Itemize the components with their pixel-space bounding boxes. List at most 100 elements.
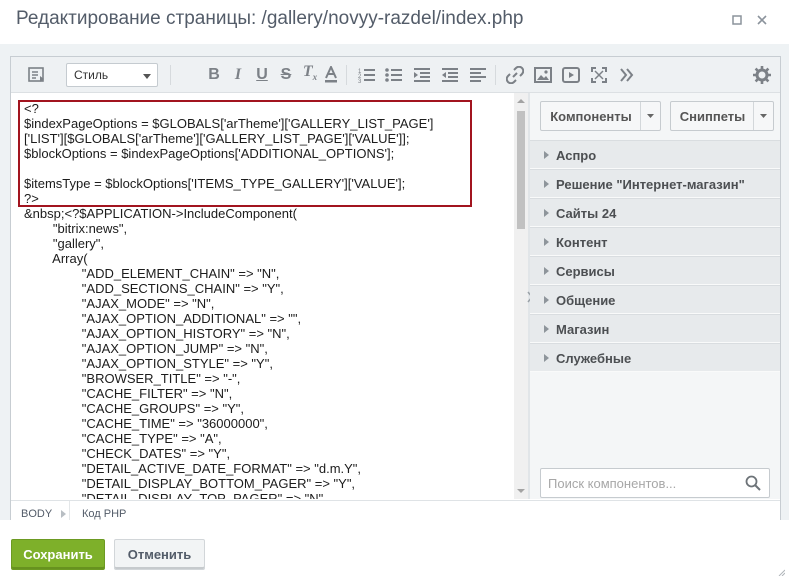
component-group-label: Решение "Интернет-магазин"	[556, 177, 745, 192]
close-icon	[757, 15, 767, 25]
chevron-right-icon	[544, 209, 549, 217]
underline-button[interactable]: U	[252, 65, 272, 85]
settings-button[interactable]	[752, 65, 772, 85]
code-line: ?>	[24, 191, 39, 206]
ordered-list-button[interactable]: 1 2 3	[357, 65, 377, 85]
code-line: "CACHE_TIME" => "36000000",	[24, 416, 268, 431]
chevron-down-icon	[760, 114, 767, 118]
resize-handle-icon[interactable]	[777, 568, 785, 576]
link-icon	[506, 66, 524, 84]
window-title: Редактирование страницы: /gallery/novyy-…	[16, 8, 524, 29]
bold-button[interactable]: B	[204, 65, 224, 85]
code-line: &nbsp;<?$APPLICATION->IncludeComponent(	[24, 206, 297, 221]
component-group[interactable]: Аспро	[530, 140, 780, 169]
code-line: "AJAX_OPTION_ADDITIONAL" => "",	[24, 311, 302, 326]
video-icon	[562, 67, 580, 83]
gear-icon	[753, 66, 771, 84]
breadcrumb-body[interactable]: BODY	[21, 508, 52, 520]
more-button[interactable]	[617, 65, 637, 85]
outdent-button[interactable]	[440, 65, 460, 85]
code-line: "gallery",	[24, 236, 105, 251]
component-group-label: Контент	[556, 235, 608, 250]
component-group-label: Сервисы	[556, 264, 615, 279]
code-line: "DETAIL_DISPLAY_TOP_PAGER" => "N",	[24, 491, 327, 499]
snippets-dropdown[interactable]	[753, 102, 773, 130]
chevron-right-icon	[544, 180, 549, 188]
code-editor[interactable]: <? $indexPageOptions = $GLOBALS['arTheme'…	[11, 93, 514, 499]
chevron-down-icon	[143, 74, 151, 79]
link-button[interactable]	[505, 65, 525, 85]
code-line: "AJAX_OPTION_STYLE" => "Y",	[24, 356, 273, 371]
code-line: Array(	[24, 251, 88, 266]
search-input[interactable]	[541, 469, 741, 497]
components-button[interactable]: Компоненты	[540, 101, 661, 131]
strikethrough-button[interactable]: S	[276, 65, 296, 85]
font-color-button[interactable]	[321, 65, 341, 85]
image-button[interactable]	[533, 65, 553, 85]
code-line: "bitrix:news",	[24, 221, 128, 236]
save-button[interactable]: Сохранить	[11, 539, 105, 570]
font-color-icon	[325, 66, 337, 83]
scroll-up-icon[interactable]	[517, 97, 525, 105]
style-select-value: Стиль	[74, 68, 109, 82]
strikethrough-icon: S	[280, 66, 292, 83]
code-line: "CACHE_GROUPS" => "Y",	[24, 401, 245, 416]
maximize-button[interactable]	[727, 10, 747, 30]
indent-icon	[414, 68, 430, 82]
chevron-right-icon	[544, 296, 549, 304]
fullscreen-icon	[591, 67, 607, 83]
code-line: "DETAIL_DISPLAY_BOTTOM_PAGER" => "Y",	[24, 476, 356, 491]
fullscreen-button[interactable]	[589, 65, 609, 85]
snippets-button-label: Сниппеты	[679, 109, 746, 124]
snippets-button[interactable]: Сниппеты	[670, 101, 774, 131]
chevron-right-icon	[544, 151, 549, 159]
toolbar-separator	[170, 65, 171, 85]
code-line: "CACHE_TYPE" => "A",	[24, 431, 222, 446]
scroll-down-icon[interactable]	[517, 487, 525, 495]
style-select[interactable]: Стиль	[66, 63, 158, 87]
image-icon	[534, 67, 552, 83]
component-group[interactable]: Сайты 24	[530, 198, 780, 227]
svg-text:3: 3	[358, 79, 362, 83]
italic-button[interactable]: I	[228, 65, 248, 85]
code-line: $blockOptions = $indexPageOptions['ADDIT…	[24, 146, 395, 161]
source-mode-button[interactable]	[27, 65, 47, 85]
unordered-list-icon	[385, 68, 402, 82]
component-group[interactable]: Служебные	[530, 343, 780, 372]
search-icon[interactable]	[745, 475, 761, 491]
outdent-icon	[442, 68, 458, 82]
component-group-label: Служебные	[556, 351, 632, 366]
source-mode-icon	[28, 67, 44, 82]
chevron-right-icon	[61, 510, 66, 518]
component-group[interactable]: Магазин	[530, 314, 780, 343]
code-line: "ADD_SECTIONS_CHAIN" => "Y",	[24, 281, 284, 296]
code-scrollbar[interactable]	[514, 93, 528, 499]
italic-icon: I	[234, 66, 242, 83]
component-group[interactable]: Контент	[530, 227, 780, 256]
component-group[interactable]: Общение	[530, 285, 780, 314]
component-group[interactable]: Сервисы	[530, 256, 780, 285]
toolbar-separator	[346, 65, 347, 85]
components-dropdown[interactable]	[640, 102, 660, 130]
dialog-footer: Сохранить Отменить	[0, 520, 789, 580]
align-button[interactable]	[468, 65, 488, 85]
scroll-thumb[interactable]	[517, 111, 525, 229]
code-line: "CACHE_FILTER" => "N",	[24, 386, 233, 401]
component-group-label: Сайты 24	[556, 206, 617, 221]
toolbar-separator	[495, 65, 496, 85]
remove-format-icon: Tx	[302, 63, 318, 83]
close-button[interactable]	[752, 10, 772, 30]
remove-format-button[interactable]: Tx	[300, 63, 320, 85]
cancel-button[interactable]: Отменить	[114, 539, 205, 570]
components-panel: Компоненты Сниппеты Аспро Решение "Интерн…	[530, 93, 780, 499]
unordered-list-button[interactable]	[384, 65, 404, 85]
code-line: "AJAX_OPTION_HISTORY" => "N",	[24, 326, 290, 341]
indent-button[interactable]	[412, 65, 432, 85]
chevron-right-icon	[544, 325, 549, 333]
component-group[interactable]: Решение "Интернет-магазин"	[530, 169, 780, 198]
dialog-content: Стиль B I U S Tx 1 2 3 <? $indexPageOpti…	[0, 44, 789, 527]
breadcrumb-php-code[interactable]: Код PHP	[82, 508, 126, 520]
chevron-right-icon	[544, 267, 549, 275]
video-button[interactable]	[561, 65, 581, 85]
